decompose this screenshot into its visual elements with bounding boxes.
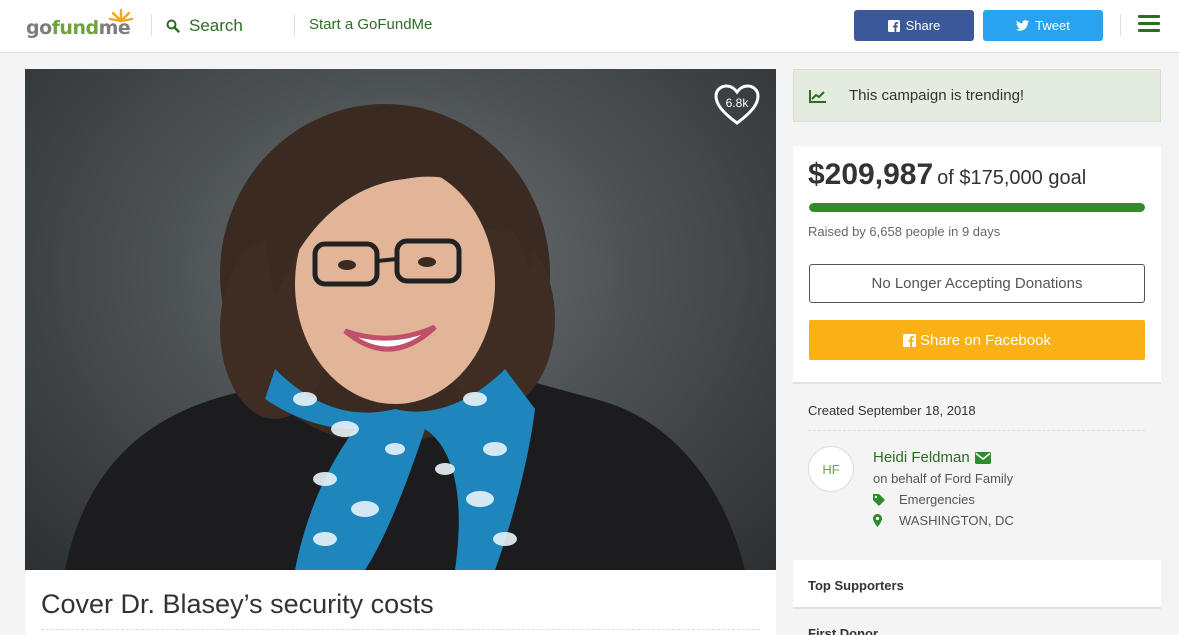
facebook-icon [903, 333, 917, 347]
on-behalf-of: on behalf of Ford Family [873, 471, 1014, 486]
raised-amount: $209,987 [808, 158, 934, 191]
envelope-icon[interactable] [974, 451, 991, 464]
gofundme-logo[interactable]: gofundme [26, 7, 136, 43]
top-supporters-card: Top Supporters [793, 560, 1161, 609]
tweet-button[interactable]: Tweet [983, 10, 1103, 41]
organizer-link[interactable]: Heidi Feldman [873, 449, 991, 466]
campaign-photo-illustration [65, 104, 745, 570]
created-divider [808, 430, 1145, 431]
first-donor-title: First Donor [808, 626, 879, 635]
hamburger-menu-icon[interactable] [1138, 15, 1160, 35]
tweet-label: Tweet [1035, 18, 1070, 33]
header-divider [294, 14, 295, 36]
search-label: Search [189, 16, 243, 35]
amount-line: $209,987 of $175,000 goal [808, 158, 1086, 192]
created-date: Created September 18, 2018 [808, 403, 976, 418]
campaign-title: Cover Dr. Blasey’s security costs [41, 589, 434, 619]
tag-icon [873, 493, 885, 506]
title-divider [41, 629, 760, 630]
campaign-photo: 6.8k [25, 69, 776, 570]
raised-by-text: Raised by 6,658 people in 9 days [808, 224, 1001, 239]
facebook-icon [887, 19, 900, 32]
twitter-icon [1016, 20, 1030, 31]
share-label: Share [905, 18, 941, 33]
top-supporters-title: Top Supporters [808, 578, 904, 593]
heart-button[interactable]: 6.8k [714, 84, 762, 128]
map-marker-icon [873, 514, 882, 527]
facebook-share-button[interactable]: Share [854, 10, 974, 41]
search-icon [166, 19, 180, 33]
search-button[interactable]: Search [166, 13, 243, 39]
location-row: WASHINGTON, DC [873, 513, 1014, 528]
trending-chart-icon [809, 89, 826, 103]
header-divider [151, 14, 152, 36]
trending-banner: This campaign is trending! [793, 69, 1161, 122]
progress-bar-fill [809, 203, 1145, 212]
logo-sun-icon [108, 8, 134, 23]
progress-card: $209,987 of $175,000 goal Raised by 6,658… [793, 146, 1161, 384]
start-gofundme-link[interactable]: Start a GoFundMe [309, 16, 432, 33]
goal-text: of $175,000 goal [937, 167, 1087, 189]
organizer-name: Heidi Feldman [873, 449, 970, 466]
category-link[interactable]: Emergencies [899, 492, 975, 507]
location-text: WASHINGTON, DC [899, 513, 1014, 528]
trending-text: This campaign is trending! [849, 87, 1025, 104]
organizer-avatar[interactable]: HF [808, 446, 854, 492]
category-row: Emergencies [873, 492, 975, 507]
header-divider [1120, 14, 1121, 36]
share-on-facebook-label: Share on Facebook [920, 331, 1051, 349]
site-header: gofundme Search Start a GoFundMe Share T… [0, 0, 1179, 53]
progress-bar [809, 203, 1145, 212]
campaign-card: 6.8k Cover Dr. Blasey’s security costs [25, 69, 776, 635]
heart-count: 6.8k [725, 96, 749, 110]
share-on-facebook-button[interactable]: Share on Facebook [809, 320, 1145, 360]
no-longer-accepting-donations-button[interactable]: No Longer Accepting Donations [809, 264, 1145, 303]
